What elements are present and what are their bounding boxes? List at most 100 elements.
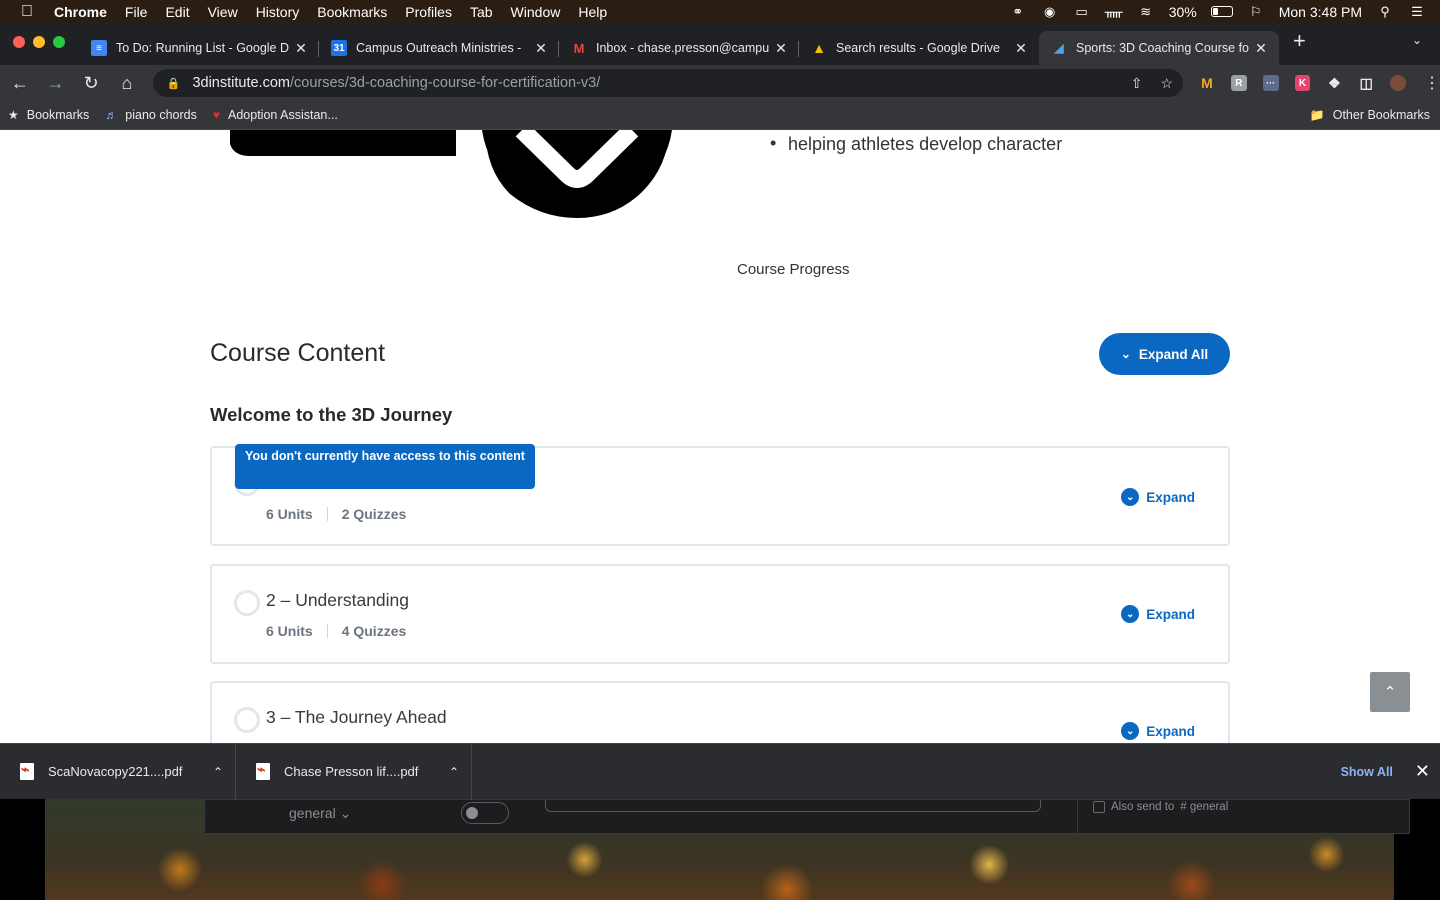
expand-all-button[interactable]: ⌄ Expand All: [1099, 333, 1230, 375]
close-tab-icon[interactable]: ✕: [1253, 40, 1269, 57]
desktop-background: general ⌄ Also send to # general: [0, 799, 1440, 900]
creative-cloud-icon[interactable]: ⚭: [1009, 4, 1027, 19]
menu-tab[interactable]: Tab: [461, 4, 502, 20]
expand-label: Expand: [1146, 606, 1195, 622]
channel-name: general: [289, 805, 336, 821]
close-tab-icon[interactable]: ✕: [773, 40, 789, 57]
menu-view[interactable]: View: [199, 4, 247, 20]
airplay-icon[interactable]: ▭: [1073, 4, 1091, 19]
bullet-text: helping athletes develop character: [788, 134, 1063, 154]
menu-window[interactable]: Window: [502, 4, 570, 20]
address-bar[interactable]: 🔒 3dinstitute.com/courses/3d-coaching-co…: [152, 69, 1184, 97]
expand-label: Expand: [1146, 489, 1195, 505]
bookmark-other-bookmarks[interactable]: 📁 Other Bookmarks: [1302, 108, 1440, 122]
course-progress-label: Course Progress: [737, 261, 850, 278]
lesson-expand-button[interactable]: ⌄ Expand: [1121, 605, 1195, 623]
home-icon[interactable]: ⌂: [111, 67, 143, 99]
close-tab-icon[interactable]: ✕: [533, 40, 549, 57]
scroll-to-top-button[interactable]: ⌃: [1370, 672, 1410, 712]
forward-icon[interactable]: →: [40, 67, 72, 99]
bookmark-star-icon[interactable]: ☆: [1160, 75, 1173, 92]
lesson-expand-button[interactable]: ⌄ Expand: [1121, 722, 1195, 740]
web-page: helping athletes develop character Cours…: [0, 130, 1440, 743]
menu-bookmarks[interactable]: Bookmarks: [308, 4, 396, 20]
huddle-toggle[interactable]: [461, 802, 509, 824]
battery-icon[interactable]: [1210, 6, 1233, 17]
folder-icon: 📁: [1309, 108, 1325, 122]
reload-icon[interactable]: ↻: [75, 67, 107, 99]
share-icon[interactable]: ⇧: [1131, 75, 1143, 92]
back-icon[interactable]: ←: [4, 67, 36, 99]
3d-institute-icon: ◢: [1054, 41, 1064, 55]
also-send-option[interactable]: Also send to # general: [1093, 801, 1228, 813]
tab-3d-coaching-course[interactable]: ◢ Sports: 3D Coaching Course fo ✕: [1039, 31, 1279, 65]
tab-todo[interactable]: ≡ To Do: Running List - Google D ✕: [79, 31, 319, 65]
input-source-flag-icon[interactable]: ⚐: [1247, 4, 1265, 19]
course-content-title: Course Content: [210, 339, 386, 367]
download-filename: Chase Presson lif....pdf: [284, 764, 419, 779]
google-drive-icon: ▲: [812, 40, 826, 56]
chevron-down-icon: ⌄: [1121, 722, 1140, 740]
minimize-window-button[interactable]: [33, 36, 45, 48]
close-tab-icon[interactable]: ✕: [1013, 40, 1029, 57]
lesson-units: 6 Units: [266, 506, 313, 522]
close-tab-icon[interactable]: ✕: [293, 40, 309, 57]
chevron-up-icon[interactable]: ⌃: [449, 765, 459, 779]
extension-m-icon[interactable]: M: [1199, 75, 1215, 91]
menu-history[interactable]: History: [247, 4, 309, 20]
download-item-1[interactable]: ScaNovacopy221....pdf ⌃: [0, 743, 236, 800]
close-window-button[interactable]: [13, 36, 25, 48]
menu-status-area: ⚭ ◉ ▭ ᚅ ≋ 30% ⚐ Mon 3:48 PM ⚲ ☰: [1009, 4, 1440, 20]
bookmark-piano-chords[interactable]: ♬ piano chords: [97, 108, 205, 122]
tab-inbox[interactable]: M Inbox - chase.presson@campu ✕: [559, 31, 799, 65]
chevron-up-icon[interactable]: ⌃: [213, 765, 223, 779]
tab-title: Inbox - chase.presson@campu: [596, 41, 769, 55]
chevron-down-icon: ⌄: [1121, 488, 1140, 506]
lesson-title[interactable]: 3 – The Journey Ahead: [266, 707, 447, 728]
close-downloads-icon[interactable]: ✕: [1415, 761, 1440, 782]
new-tab-icon[interactable]: +: [1279, 28, 1318, 60]
clock[interactable]: Mon 3:48 PM: [1279, 4, 1362, 20]
menu-file[interactable]: File: [116, 4, 157, 20]
lesson-expand-button[interactable]: ⌄ Expand: [1121, 488, 1195, 506]
extensions-puzzle-icon[interactable]: ❖: [1326, 75, 1342, 91]
lock-icon[interactable]: 🔒: [167, 77, 181, 90]
lesson-title[interactable]: 2 – Understanding: [266, 590, 409, 611]
chevron-down-icon: ⌄: [1120, 347, 1131, 361]
tab-search-chevron-icon[interactable]: ⌄: [1412, 33, 1440, 55]
bookmark-adoption-assistance[interactable]: ♥ Adoption Assistan...: [205, 108, 346, 122]
extension-dots-icon[interactable]: ···: [1262, 75, 1279, 91]
tab-google-drive[interactable]: ▲ Search results - Google Drive ✕: [799, 31, 1039, 65]
spotlight-search-icon[interactable]: ⚲: [1376, 4, 1394, 19]
checkbox-icon[interactable]: [1093, 801, 1105, 813]
menu-profiles[interactable]: Profiles: [396, 4, 461, 20]
chevron-up-icon: ⌃: [1383, 684, 1397, 701]
bluetooth-icon[interactable]: ᚅ: [1105, 4, 1123, 19]
side-panel-icon[interactable]: ◫: [1358, 75, 1374, 91]
lesson-row-2[interactable]: 2 – Understanding 6 Units 4 Quizzes ⌄ Ex…: [210, 564, 1230, 664]
message-input-edge[interactable]: [545, 800, 1041, 812]
extension-r-icon[interactable]: R: [1230, 75, 1247, 91]
bookmark-bookmarks[interactable]: ★ Bookmarks: [0, 108, 97, 122]
extension-k-icon[interactable]: K: [1294, 75, 1311, 91]
macos-menu-bar:  Chrome File Edit View History Bookmark…: [0, 0, 1440, 23]
zoom-window-button[interactable]: [53, 36, 65, 48]
tab-campus-outreach[interactable]: 31 Campus Outreach Ministries - ✕: [319, 31, 559, 65]
menu-app-name[interactable]: Chrome: [54, 4, 116, 20]
lesson-row-3[interactable]: 3 – The Journey Ahead ⌄ Expand: [210, 681, 1230, 743]
wifi-icon[interactable]: ≋: [1137, 4, 1155, 19]
profile-avatar[interactable]: [1390, 75, 1406, 91]
show-all-downloads-button[interactable]: Show All: [1319, 765, 1415, 779]
piano-chords-icon: ♬: [105, 108, 118, 122]
apple-menu-icon[interactable]: : [0, 3, 54, 21]
eye-icon[interactable]: ◉: [1041, 4, 1059, 19]
channel-selector[interactable]: general ⌄: [289, 805, 351, 822]
chevron-down-icon: ⌄: [1121, 605, 1140, 623]
download-item-2[interactable]: Chase Presson lif....pdf ⌃: [236, 743, 472, 800]
control-center-icon[interactable]: ☰: [1408, 4, 1426, 19]
lesson-meta: 6 Units 4 Quizzes: [266, 623, 406, 639]
chrome-menu-icon[interactable]: ⋮: [1424, 73, 1440, 93]
download-filename: ScaNovacopy221....pdf: [48, 764, 183, 779]
menu-help[interactable]: Help: [569, 4, 616, 20]
menu-edit[interactable]: Edit: [156, 4, 198, 20]
